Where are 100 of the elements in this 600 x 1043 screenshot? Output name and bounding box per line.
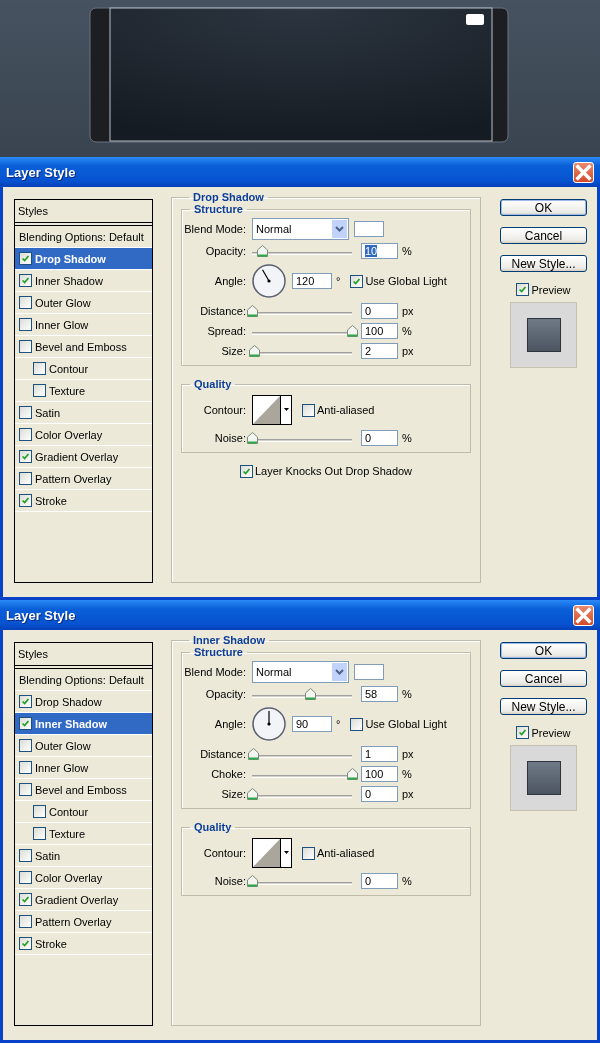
chevron-icon — [332, 220, 347, 238]
style-list-item[interactable]: Color Overlay — [15, 424, 152, 446]
style-list-item[interactable]: Satin — [15, 402, 152, 424]
checkbox[interactable] — [19, 274, 32, 287]
style-list-item[interactable]: Bevel and Emboss — [15, 336, 152, 358]
number-field[interactable]: 0 — [361, 303, 398, 319]
slider-thumb[interactable] — [248, 748, 259, 760]
color-swatch[interactable] — [354, 221, 384, 237]
number-field[interactable]: 1 — [361, 746, 398, 762]
dialog-button[interactable]: Cancel — [500, 670, 587, 687]
checkbox[interactable] — [19, 937, 32, 950]
close-button[interactable] — [573, 604, 594, 626]
checkbox[interactable] — [33, 362, 46, 375]
checkbox[interactable] — [516, 283, 530, 296]
checkbox[interactable] — [19, 340, 32, 353]
checkbox[interactable] — [19, 761, 32, 774]
contour-picker[interactable] — [252, 838, 292, 868]
style-list-item[interactable]: Contour — [15, 801, 152, 823]
checkbox[interactable] — [239, 464, 253, 478]
style-list-item[interactable]: Stroke — [15, 933, 152, 955]
number-field[interactable]: 0 — [361, 430, 398, 446]
checkbox[interactable] — [19, 915, 32, 928]
field-value: 1 — [365, 748, 372, 760]
dialog-button[interactable]: Cancel — [500, 227, 587, 244]
checkbox[interactable] — [33, 827, 46, 840]
style-list-item[interactable]: Inner Shadow — [15, 270, 152, 292]
angle-dial[interactable] — [252, 264, 286, 298]
number-field[interactable]: 120 — [292, 273, 332, 289]
style-list-item[interactable]: Satin — [15, 845, 152, 867]
color-swatch[interactable] — [354, 664, 384, 680]
dialog-button[interactable]: New Style... — [500, 698, 587, 715]
slider-thumb[interactable] — [347, 768, 358, 780]
blend-mode-dropdown[interactable]: Normal — [252, 218, 349, 240]
number-field[interactable]: 100 — [361, 766, 398, 782]
checkbox[interactable] — [19, 450, 32, 463]
angle-dial[interactable] — [252, 707, 286, 741]
style-list-item[interactable]: Pattern Overlay — [15, 468, 152, 490]
dialog-button[interactable]: OK — [500, 199, 587, 216]
group-title: Quality — [193, 821, 233, 833]
field-label: Angle: — [213, 718, 246, 730]
style-list-item[interactable]: Blending Options: Default — [15, 669, 152, 691]
number-field[interactable]: 0 — [361, 786, 398, 802]
slider-thumb[interactable] — [247, 788, 258, 800]
checkbox[interactable] — [19, 494, 32, 507]
number-field[interactable]: 2 — [361, 343, 398, 359]
checkbox[interactable] — [19, 318, 32, 331]
checkbox[interactable] — [19, 252, 32, 265]
style-list-item[interactable]: Inner Shadow — [15, 713, 152, 735]
style-list-item[interactable]: Inner Glow — [15, 757, 152, 779]
checkbox[interactable] — [19, 893, 32, 906]
style-list-item[interactable]: Color Overlay — [15, 867, 152, 889]
slider-thumb[interactable] — [305, 688, 316, 700]
checkbox[interactable] — [350, 717, 364, 731]
style-list-item[interactable]: Pattern Overlay — [15, 911, 152, 933]
checkbox[interactable] — [19, 296, 32, 309]
unit-label: % — [402, 688, 412, 700]
checkbox[interactable] — [302, 846, 315, 860]
slider-thumb[interactable] — [249, 345, 260, 357]
dialog-button[interactable]: New Style... — [500, 255, 587, 272]
style-list-item[interactable]: Texture — [15, 380, 152, 402]
slider-thumb[interactable] — [247, 305, 258, 317]
style-list-item[interactable]: Outer Glow — [15, 735, 152, 757]
slider-thumb[interactable] — [257, 245, 268, 257]
checkbox[interactable] — [19, 406, 32, 419]
close-button[interactable] — [573, 161, 594, 183]
checkbox[interactable] — [516, 726, 530, 739]
checkbox[interactable] — [19, 428, 32, 441]
dialog-button[interactable]: OK — [500, 642, 587, 659]
style-list-item[interactable]: Texture — [15, 823, 152, 845]
style-list-item[interactable]: Outer Glow — [15, 292, 152, 314]
field-label: Contour: — [202, 404, 246, 416]
checkbox[interactable] — [19, 849, 32, 862]
blend-mode-dropdown[interactable]: Normal — [252, 661, 349, 683]
checkbox[interactable] — [19, 871, 32, 884]
number-field[interactable]: 100 — [361, 323, 398, 339]
checkbox[interactable] — [19, 695, 32, 708]
checkbox[interactable] — [33, 805, 46, 818]
style-list-item[interactable]: Gradient Overlay — [15, 446, 152, 468]
style-list-item[interactable]: Gradient Overlay — [15, 889, 152, 911]
checkbox[interactable] — [350, 274, 364, 288]
number-field[interactable]: 10 — [361, 243, 398, 259]
style-list-item[interactable]: Contour — [15, 358, 152, 380]
contour-picker[interactable] — [252, 395, 292, 425]
style-list-item[interactable]: Drop Shadow — [15, 248, 152, 270]
checkbox[interactable] — [19, 472, 32, 485]
checkbox[interactable] — [19, 739, 32, 752]
style-list-item[interactable]: Stroke — [15, 490, 152, 512]
style-list-item[interactable]: Inner Glow — [15, 314, 152, 336]
number-field[interactable]: 90 — [292, 716, 332, 732]
slider-thumb[interactable] — [347, 325, 358, 337]
slider-thumb[interactable] — [247, 432, 258, 444]
unit-label: % — [402, 875, 412, 887]
slider-thumb[interactable] — [247, 875, 258, 887]
style-list-item[interactable]: Bevel and Emboss — [15, 779, 152, 801]
checkbox[interactable] — [33, 384, 46, 397]
checkbox[interactable] — [19, 783, 32, 796]
number-field[interactable]: 58 — [361, 686, 398, 702]
checkbox[interactable] — [19, 717, 32, 730]
checkbox[interactable] — [302, 403, 315, 417]
number-field[interactable]: 0 — [361, 873, 398, 889]
